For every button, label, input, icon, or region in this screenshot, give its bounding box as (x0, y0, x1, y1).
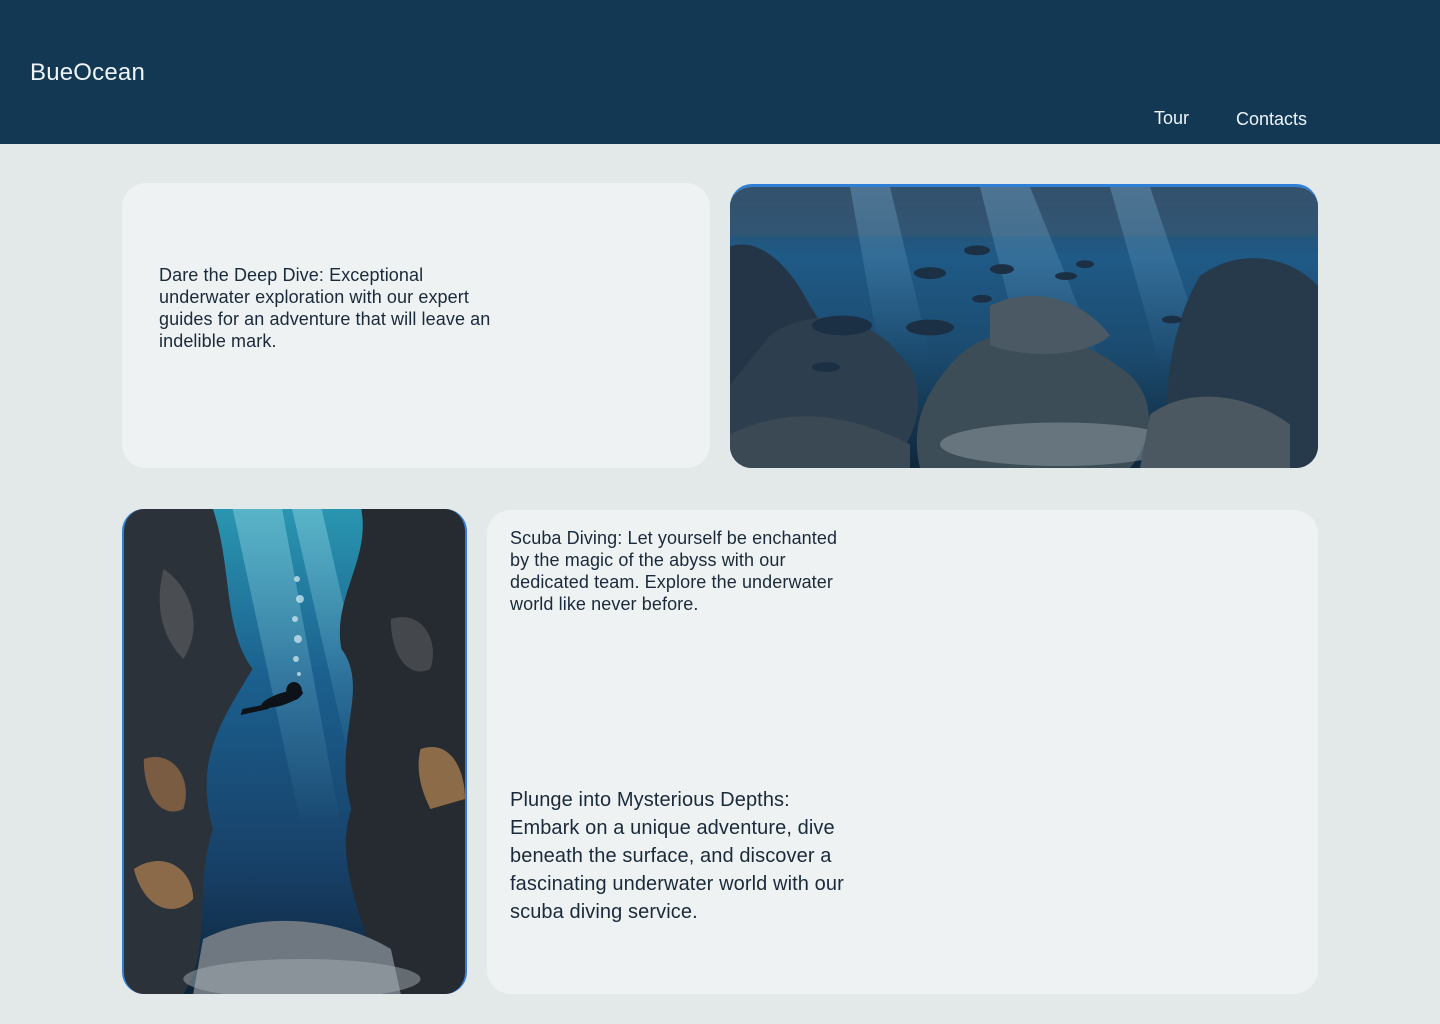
scuba-diving-card: Scuba Diving: Let yourself be enchanted … (487, 510, 1318, 994)
deep-dive-text: Dare the Deep Dive: Exceptional underwat… (159, 265, 491, 351)
plunge-depths-text: Plunge into Mysterious Depths: Embark on… (510, 789, 844, 923)
deep-dive-card: Dare the Deep Dive: Exceptional underwat… (122, 183, 710, 468)
scuba-diving-text: Scuba Diving: Let yourself be enchanted … (510, 528, 838, 614)
underwater-reef-image (730, 187, 1318, 468)
nav-link-tour[interactable]: Tour (1154, 108, 1189, 129)
site-header: BueOcean Tour Contacts (0, 0, 1440, 144)
diver-cave-photo (122, 509, 467, 994)
diver-cave-image (124, 509, 465, 994)
nav-link-contacts[interactable]: Contacts (1236, 109, 1307, 130)
underwater-reef-photo (730, 184, 1318, 468)
logo[interactable]: BueOcean (30, 59, 145, 87)
